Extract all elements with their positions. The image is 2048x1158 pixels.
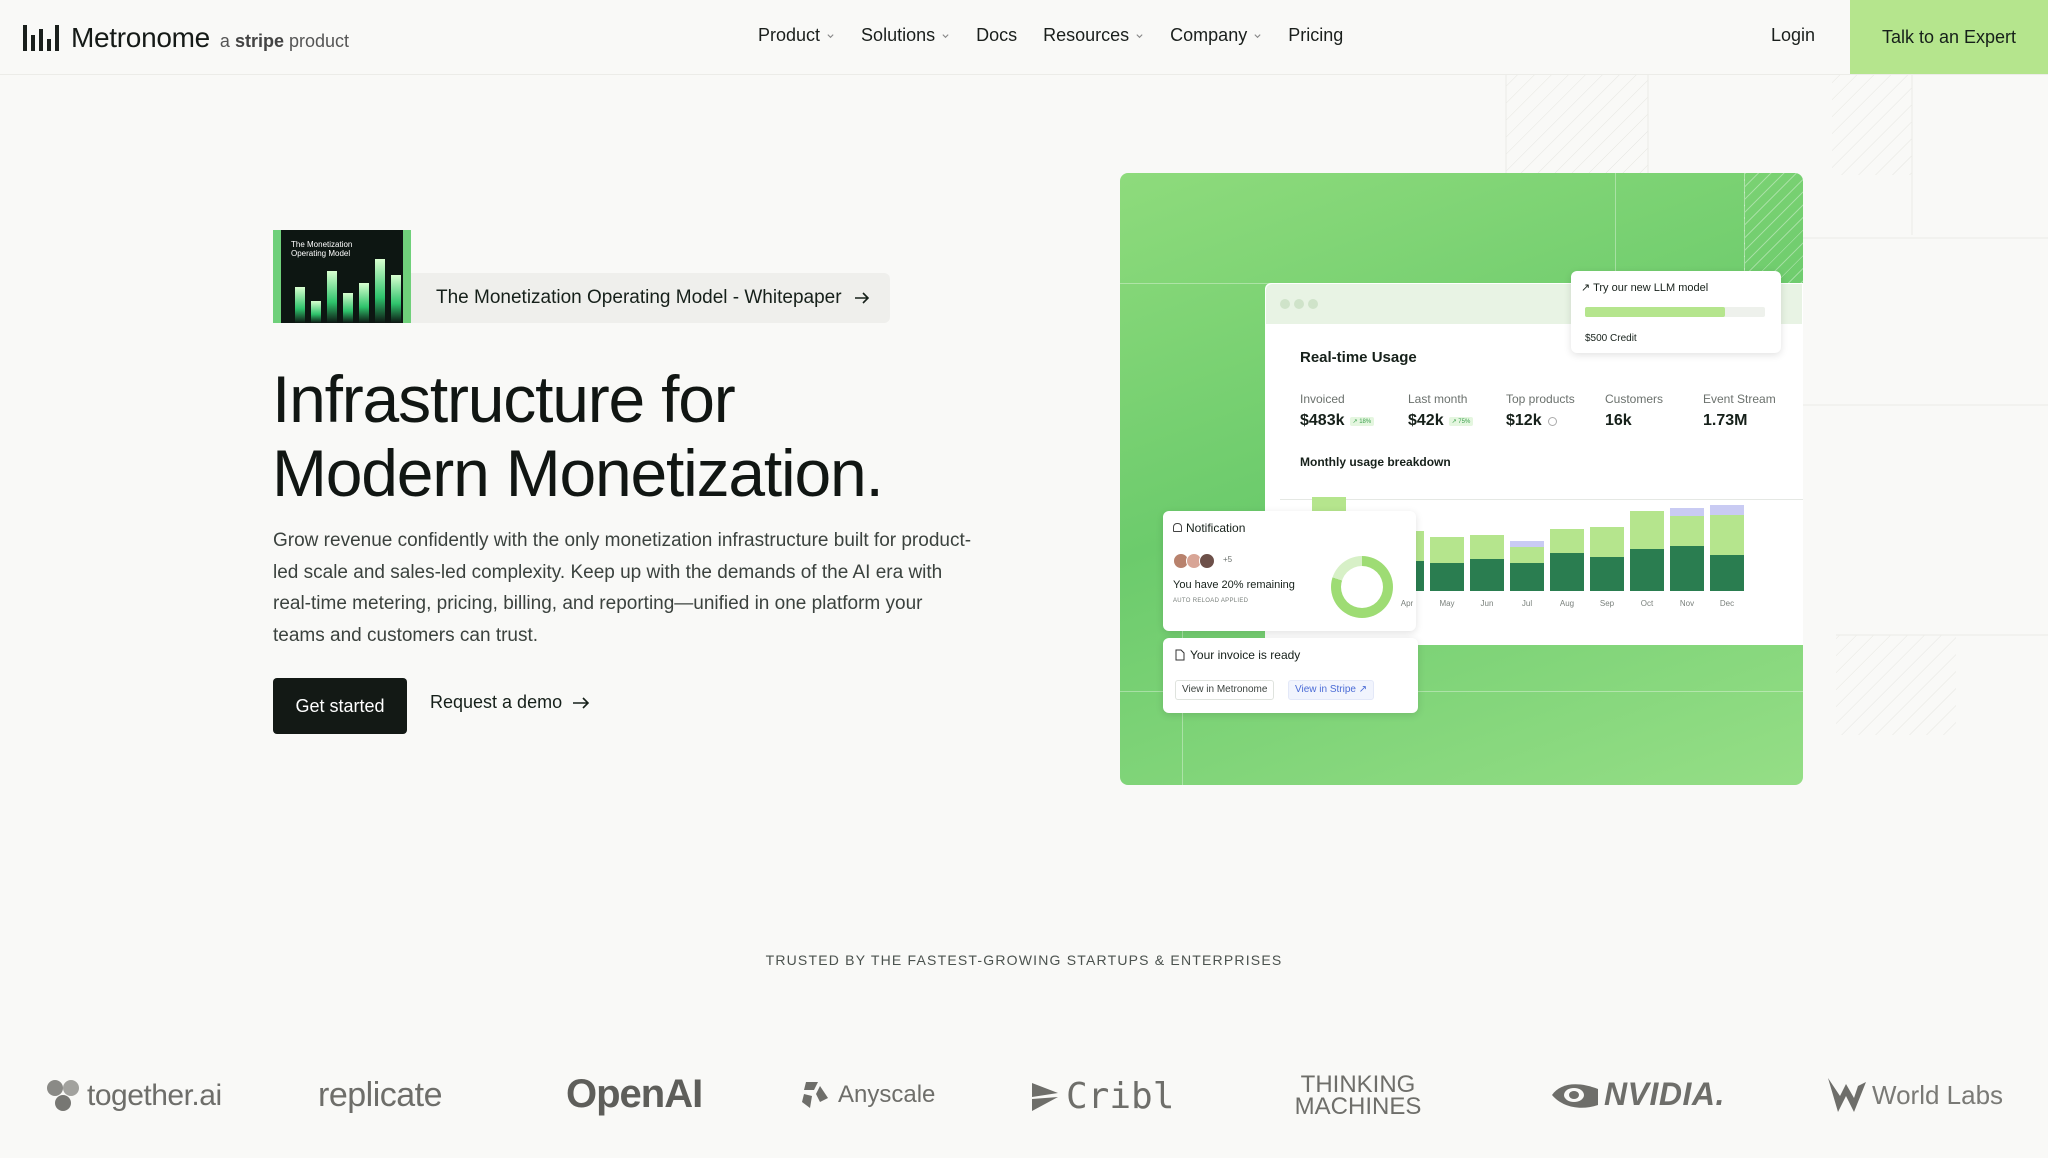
nav-docs[interactable]: Docs (976, 25, 1017, 46)
logo-world-labs: World Labs (1826, 1076, 2003, 1114)
stat-last-month: Last month $42k ↗ 75% (1408, 392, 1474, 430)
whitepaper-link-label: The Monetization Operating Model - White… (436, 287, 842, 308)
arrow-right-icon (573, 696, 590, 709)
stat-invoiced: Invoiced $483k ↗ 18% (1300, 392, 1375, 430)
notification-card: Notification +5 You have 20% remaining A… (1163, 511, 1416, 631)
nav-company[interactable]: Company (1170, 25, 1262, 46)
logo-anyscale: Anyscale (798, 1078, 935, 1112)
together-ai-icon (47, 1080, 79, 1111)
logo-cribl: Cribl (1030, 1076, 1174, 1117)
notification-subtext: AUTO RELOAD APPLIED (1173, 598, 1249, 604)
stat-top-products: Top products $12k (1506, 392, 1575, 429)
whitepaper-link[interactable]: The Monetization Operating Model - White… (411, 273, 890, 323)
brand-name: Metronome (71, 22, 210, 53)
bell-icon (1173, 523, 1182, 532)
notification-title: Notification (1173, 521, 1245, 535)
stat-event-stream: Event Stream 1.73M (1703, 392, 1776, 429)
logo-replicate: replicate (318, 1076, 443, 1114)
month-label: Apr (1400, 599, 1414, 608)
bar-jun (1470, 535, 1504, 591)
arrow-right-icon (854, 292, 869, 304)
document-icon (1175, 649, 1185, 661)
stat-customers: Customers 16k (1605, 392, 1664, 429)
chevron-down-icon (827, 34, 834, 39)
llm-credit-title: ↗ Try our new LLM model (1581, 282, 1709, 294)
notification-message: You have 20% remaining (1173, 579, 1295, 591)
bar-dec (1710, 505, 1744, 591)
chevron-down-icon (942, 34, 949, 39)
nav-resources[interactable]: Resources (1043, 25, 1144, 46)
nav-solutions[interactable]: Solutions (861, 25, 950, 46)
bar-sep (1590, 527, 1624, 591)
month-label: Sep (1599, 599, 1615, 608)
credit-amount: $500 Credit (1585, 333, 1637, 344)
talk-to-expert-button[interactable]: Talk to an Expert (1850, 0, 2048, 74)
whitepaper-cover-title: The Monetization Operating Model (291, 240, 353, 258)
world-labs-icon (1828, 1078, 1866, 1112)
usage-title: Real-time Usage (1300, 349, 1417, 366)
invoice-title: Your invoice is ready (1175, 648, 1300, 662)
logo-openai: OpenAI (566, 1072, 703, 1116)
bar-oct (1630, 511, 1664, 591)
bar-jul (1510, 541, 1544, 591)
month-label: May (1439, 599, 1455, 608)
avatar-group (1173, 553, 1215, 569)
logo-together-ai: together.ai (43, 1076, 222, 1116)
month-label: Dec (1719, 599, 1735, 608)
hero-description: Grow revenue confidently with the only m… (273, 530, 972, 646)
trusted-heading: TRUSTED BY THE FASTEST-GROWING STARTUPS … (765, 952, 1283, 968)
llm-credit-card[interactable]: ↗ Try our new LLM model $500 Credit (1571, 271, 1781, 353)
bar-may (1430, 537, 1464, 591)
anyscale-icon (802, 1082, 828, 1108)
nav-product[interactable]: Product (758, 25, 835, 46)
month-label: Jun (1480, 599, 1494, 608)
avatar-extra-count: +5 (1223, 555, 1233, 564)
month-label: Nov (1679, 599, 1695, 608)
bar-aug (1550, 529, 1584, 591)
dashboard-illustration: Real-time Usage Invoiced $483k ↗ 18% Last… (1120, 173, 1803, 785)
request-demo-link[interactable]: Request a demo (430, 692, 590, 713)
logo-nvidia: NVIDIA. (1550, 1076, 1725, 1113)
month-label: Aug (1559, 599, 1575, 608)
invoice-card: Your invoice is ready View in Metronome … (1163, 638, 1418, 713)
metronome-logo[interactable]: Metronome a stripe product (23, 22, 349, 54)
whitepaper-cover[interactable]: The Monetization Operating Model (273, 230, 411, 323)
nav-pricing[interactable]: Pricing (1288, 25, 1343, 46)
cribl-icon (1032, 1082, 1058, 1111)
top-nav: Metronome a stripe product Product Solut… (0, 0, 2048, 75)
month-label: Jul (1521, 599, 1533, 608)
month-label: Oct (1640, 599, 1654, 608)
rocket-icon: ↗ (1581, 282, 1591, 294)
logo-thinking-machines: THINKING MACHINES (1294, 1071, 1422, 1120)
remaining-donut (1331, 556, 1393, 618)
view-in-metronome-button[interactable]: View in Metronome (1175, 680, 1275, 700)
credit-progress-bar (1585, 307, 1765, 317)
brand-subtitle: a stripe product (219, 30, 350, 51)
nvidia-eye-icon (1552, 1083, 1598, 1108)
chevron-down-icon (1136, 34, 1143, 39)
metronome-logo-icon (23, 25, 59, 51)
view-in-stripe-button[interactable]: View in Stripe ↗ (1288, 680, 1375, 700)
avatar (1199, 553, 1215, 569)
info-icon (1547, 416, 1557, 426)
bar-nov (1670, 508, 1704, 591)
primary-nav: Product Solutions Docs Resources Company… (758, 25, 1369, 46)
external-link-icon: ↗ (1358, 684, 1368, 695)
hero-title: Infrastructure for Modern Monetization. (272, 362, 884, 510)
get-started-button[interactable]: Get started (273, 678, 407, 734)
login-link[interactable]: Login (1771, 25, 1815, 46)
chart-title: Monthly usage breakdown (1300, 455, 1451, 469)
chevron-down-icon (1254, 34, 1261, 39)
